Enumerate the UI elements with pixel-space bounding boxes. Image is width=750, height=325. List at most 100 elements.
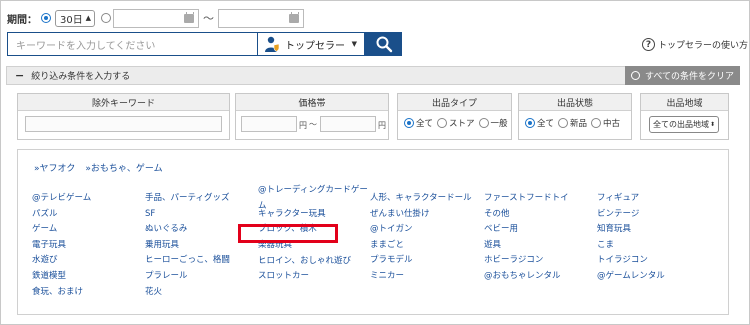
condition-new-radio[interactable]: [558, 118, 569, 128]
seller-type-select[interactable]: トップセラー ▼: [257, 32, 365, 56]
search-icon: [376, 36, 392, 53]
category-link[interactable]: ぜんまい仕掛け: [370, 207, 472, 223]
type-store-radio[interactable]: [437, 118, 448, 128]
exclude-keyword-title: 除外キーワード: [18, 94, 229, 111]
condition-used-label: 中古: [603, 119, 621, 129]
breadcrumb-item[interactable]: »ヤフオク: [34, 161, 75, 174]
category-column: フィギュア ビンテージ 知育玩具 こま トイラジコン @ゲームレンタル: [597, 191, 665, 285]
category-panel: »ヤフオク »おもちゃ、ゲーム @テレビゲーム パズル ゲーム 電子玩具 水遊び…: [17, 149, 729, 315]
category-link[interactable]: ままごと: [370, 238, 472, 254]
category-link[interactable]: @ゲームレンタル: [597, 269, 665, 285]
type-general-radio[interactable]: [478, 118, 489, 128]
type-general-label: 一般: [490, 119, 508, 129]
seller-type-label: トップセラー: [285, 40, 345, 52]
price-range-box: 価格帯 円 〜 円: [235, 93, 389, 140]
question-circle-icon: ?: [642, 38, 655, 51]
start-date-field[interactable]: [113, 8, 199, 28]
period-row: 期間： 30日 ▲ 〜: [7, 8, 304, 28]
reset-circle-icon: [631, 71, 640, 80]
condition-new-label: 新品: [570, 119, 588, 129]
calendar-icon[interactable]: [289, 11, 299, 23]
end-date-field[interactable]: [218, 8, 304, 28]
filter-toggle-label: 絞り込み条件を入力する: [31, 72, 131, 82]
condition-title: 出品状態: [519, 94, 631, 111]
type-store-label: ストア: [449, 119, 475, 129]
listing-type-options: 全て ストア 一般: [404, 117, 512, 129]
search-button[interactable]: [365, 32, 402, 56]
period-days-radio[interactable]: [41, 13, 51, 23]
category-link[interactable]: パズル: [32, 207, 91, 223]
period-label: 期間：: [7, 14, 37, 26]
category-link[interactable]: 水遊び: [32, 253, 91, 269]
category-link[interactable]: プラモデル: [370, 253, 472, 269]
category-link[interactable]: ぬいぐるみ: [145, 222, 230, 238]
price-min-unit: 円: [299, 121, 307, 130]
breadcrumb: »ヤフオク »おもちゃ、ゲーム: [34, 161, 173, 174]
category-link[interactable]: トイラジコン: [597, 253, 665, 269]
seller-help-label: トップセラーの使い方: [658, 41, 749, 51]
clear-all-button[interactable]: すべての条件をクリア: [625, 66, 740, 85]
chevron-down-icon: ▼: [351, 40, 357, 48]
category-link[interactable]: 乗用玩具: [145, 238, 230, 254]
category-link[interactable]: 花火: [145, 285, 230, 301]
category-link[interactable]: 鉄道模型: [32, 269, 91, 285]
region-select[interactable]: 全ての出品地域 ⬍: [649, 116, 719, 133]
category-link[interactable]: ミニカー: [370, 269, 472, 285]
category-link[interactable]: 手品、パーティグッズ: [145, 191, 230, 207]
price-max-unit: 円: [378, 121, 386, 130]
exclude-keyword-box: 除外キーワード: [17, 93, 230, 140]
category-link[interactable]: プラレール: [145, 269, 230, 285]
breadcrumb-item[interactable]: »おもちゃ、ゲーム: [85, 161, 162, 174]
category-link[interactable]: ゲーム: [32, 222, 91, 238]
category-link[interactable]: ヒロイン、おしゃれ遊び: [258, 254, 368, 270]
category-link[interactable]: 知育玩具: [597, 222, 665, 238]
category-link[interactable]: @トレーディングカードゲーム: [258, 183, 368, 211]
type-all-radio[interactable]: [404, 118, 414, 128]
seller-icon: [265, 36, 280, 52]
category-link[interactable]: その他: [484, 207, 569, 223]
select-arrows-icon: ⬍: [710, 121, 716, 128]
price-range-title: 価格帯: [236, 94, 388, 111]
region-select-value: 全ての出品地域: [653, 120, 709, 129]
price-max-input[interactable]: [320, 116, 376, 132]
condition-used-radio[interactable]: [591, 118, 602, 128]
category-link[interactable]: ホビーラジコン: [484, 253, 569, 269]
seller-help-link[interactable]: ? トップセラーの使い方: [642, 38, 748, 51]
category-link[interactable]: 食玩、おまけ: [32, 285, 91, 301]
condition-all-label: 全て: [537, 119, 555, 129]
keyword-input[interactable]: キーワードを入力してください: [7, 32, 257, 56]
category-link[interactable]: ビンテージ: [597, 207, 665, 223]
category-link[interactable]: @トイガン: [370, 222, 472, 238]
clear-all-label: すべての条件をクリア: [645, 72, 735, 82]
period-range-radio[interactable]: [101, 13, 111, 23]
category-link[interactable]: 人形、キャラクタードール: [370, 191, 472, 207]
select-arrows-icon: ▲: [85, 14, 91, 22]
category-link[interactable]: @おもちゃレンタル: [484, 269, 569, 285]
price-range-tilde: 〜: [309, 120, 317, 129]
category-link[interactable]: SF: [145, 207, 230, 223]
category-link[interactable]: ファーストフードトイ: [484, 191, 569, 207]
condition-box: 出品状態 全て 新品 中古: [518, 93, 632, 140]
category-link[interactable]: ベビー用: [484, 222, 569, 238]
date-range-tilde: 〜: [203, 12, 214, 25]
listing-type-box: 出品タイプ 全て ストア 一般: [397, 93, 512, 140]
collapse-minus-icon: −: [15, 69, 25, 82]
exclude-keyword-input[interactable]: [25, 116, 222, 132]
region-box: 出品地域 全ての出品地域 ⬍: [640, 93, 729, 140]
category-link[interactable]: @テレビゲーム: [32, 191, 91, 207]
category-link[interactable]: こま: [597, 238, 665, 254]
period-days-select[interactable]: 30日 ▲: [55, 9, 95, 27]
period-days-value: 30日: [60, 14, 83, 26]
category-link[interactable]: 電子玩具: [32, 238, 91, 254]
category-column: 人形、キャラクタードール ぜんまい仕掛け @トイガン ままごと プラモデル ミニ…: [370, 191, 472, 285]
type-all-label: 全て: [416, 119, 434, 129]
condition-all-radio[interactable]: [525, 118, 535, 128]
category-column: 手品、パーティグッズ SF ぬいぐるみ 乗用玩具 ヒーローごっこ、格闘 プラレー…: [145, 191, 230, 300]
calendar-icon[interactable]: [184, 11, 194, 23]
price-min-input[interactable]: [241, 116, 297, 132]
category-link[interactable]: 遊具: [484, 238, 569, 254]
category-link[interactable]: ヒーローごっこ、格闘: [145, 253, 230, 269]
category-link[interactable]: キャラクター玩具: [258, 207, 368, 223]
category-link[interactable]: フィギュア: [597, 191, 665, 207]
category-link[interactable]: スロットカー: [258, 269, 368, 285]
